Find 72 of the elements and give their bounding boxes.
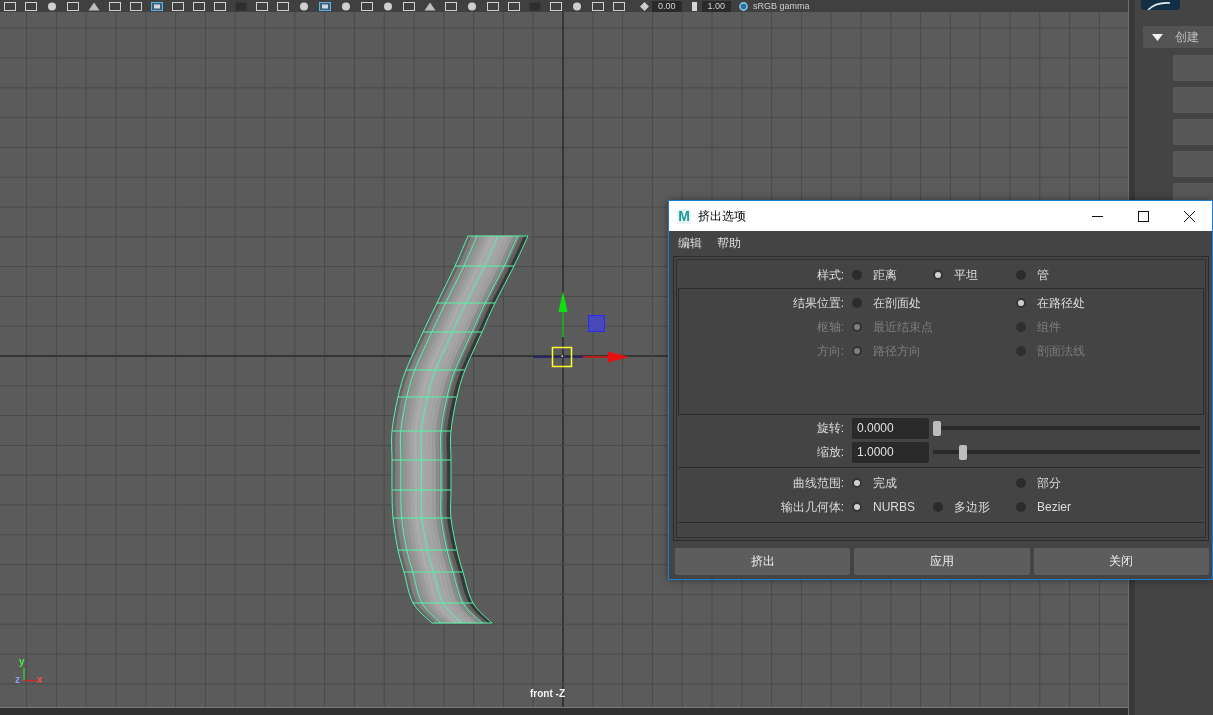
y-axis-arrow[interactable] [558, 291, 568, 338]
number-field[interactable]: 1.0000 [852, 441, 929, 463]
toolbar-icon[interactable] [109, 1, 121, 11]
field-label: 样式: [816, 266, 845, 284]
diamond-icon[interactable] [640, 1, 649, 11]
field-label: 曲线范围: [792, 474, 845, 492]
toolbar-icon[interactable] [592, 1, 604, 11]
toolbar-icon[interactable] [319, 1, 331, 11]
radio-option[interactable]: 完成 [852, 474, 897, 492]
axis-label: x [37, 674, 43, 685]
bar-icon[interactable] [689, 1, 699, 11]
toolbar-icon[interactable] [214, 1, 226, 11]
toolbar-icon[interactable] [256, 1, 268, 11]
radio-option[interactable]: Bezier [1016, 500, 1071, 514]
toolbar-icon[interactable] [340, 1, 352, 11]
radio-option[interactable]: 部分 [1016, 474, 1061, 492]
toolbar-icon[interactable] [571, 1, 583, 11]
radio-option[interactable]: 距离 [852, 266, 897, 284]
dialog-button[interactable]: 应用 [854, 548, 1030, 575]
axis-label: z [15, 674, 20, 685]
number-field[interactable]: 0.00 [652, 0, 682, 12]
plane-handle[interactable] [588, 315, 605, 332]
app-logo: M [677, 208, 691, 224]
toolbar-icon[interactable] [67, 1, 79, 11]
radio-option[interactable]: 多边形 [933, 498, 990, 516]
field-label: 结果位置: [792, 294, 845, 312]
toolbar-icon[interactable] [193, 1, 205, 11]
toolbar-icon[interactable] [46, 1, 58, 11]
color-space-icon[interactable] [739, 1, 749, 11]
dialog-button[interactable]: 挤出 [675, 548, 851, 575]
slider-thumb[interactable] [933, 420, 941, 436]
dialog-button[interactable]: 关闭 [1033, 548, 1209, 575]
toolbar-icon[interactable] [550, 1, 562, 11]
toolbar-icon[interactable] [487, 1, 499, 11]
field-label: 缩放: [816, 443, 845, 461]
field-label: 旋转: [816, 419, 845, 437]
toolbar-icon[interactable] [298, 1, 310, 11]
radio-option[interactable]: 管 [1016, 266, 1049, 284]
field-label: 输出几何体: [780, 498, 845, 516]
toolbar-icon[interactable] [25, 1, 37, 11]
toolbar-icon[interactable] [277, 1, 289, 11]
maximize-icon [1137, 210, 1149, 222]
number-field[interactable]: 0.0000 [852, 417, 929, 439]
z-axis-line[interactable] [532, 356, 584, 358]
slider-thumb[interactable] [958, 444, 967, 460]
toolbar-icon[interactable] [172, 1, 184, 11]
radio-option[interactable]: 在路径处 [1016, 294, 1085, 312]
menu-item[interactable]: 编辑 [678, 235, 702, 252]
radio-option[interactable]: 在剖面处 [852, 294, 921, 312]
toolbar-icon[interactable] [151, 1, 163, 11]
close-icon [1183, 210, 1195, 222]
toolbar-icon[interactable] [4, 1, 16, 11]
toolbar-icon[interactable] [613, 1, 625, 11]
color-space-label[interactable]: sRGB gamma [753, 0, 810, 12]
toolbar-icon[interactable] [445, 1, 457, 11]
camera-label: front -Z [530, 688, 565, 700]
toolbar-icon[interactable] [403, 1, 415, 11]
menu-item[interactable]: 帮助 [717, 235, 741, 252]
number-field[interactable]: 1.00 [701, 0, 732, 12]
logo-icon[interactable] [1141, 0, 1180, 10]
toolbar-icon[interactable] [508, 1, 520, 11]
toolbar-icon[interactable] [466, 1, 478, 11]
shelf-header[interactable]: 创建 [1143, 26, 1213, 48]
toolbar-icon[interactable] [361, 1, 373, 11]
radio-option[interactable]: 平坦 [933, 266, 978, 284]
axis-triad-icon [23, 667, 37, 682]
center-handle[interactable] [551, 346, 573, 368]
toolbar-icon[interactable] [382, 1, 394, 11]
radio-option[interactable]: NURBS [852, 500, 915, 514]
toolbar-icon[interactable] [130, 1, 142, 11]
window-title: 挤出选项 [698, 207, 746, 225]
axis-label: y [19, 656, 25, 667]
